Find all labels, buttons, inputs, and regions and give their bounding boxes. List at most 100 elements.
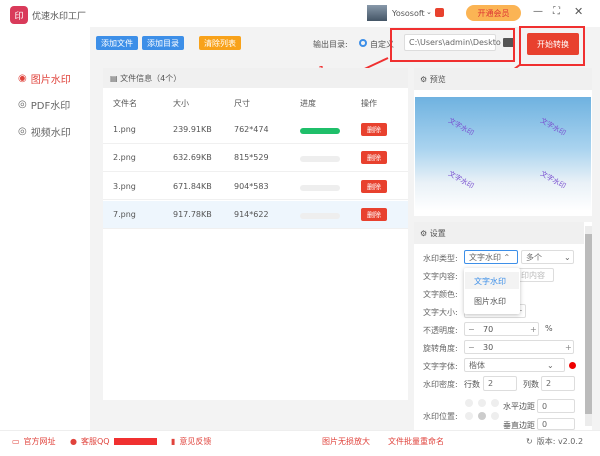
delete-button[interactable]: 删除 [361,123,387,136]
position-dot[interactable] [465,412,473,420]
file-dimension: 904*583 [234,182,269,191]
count-value: 多个 [526,252,542,262]
chevron-down-icon: ⌄ [547,360,554,370]
angle-minus-button[interactable]: − [468,343,475,352]
website-icon: ▭ [12,437,20,446]
progress-bar [300,185,340,191]
hmargin-stepper[interactable]: 0 [537,399,575,413]
delete-button[interactable]: 删除 [361,151,387,164]
cols-stepper[interactable]: 2 [541,376,575,391]
hmargin-label: 水平边距 [503,402,535,411]
file-name: 1.png [113,125,136,134]
position-dot[interactable] [478,399,486,407]
settings-title-text: 设置 [429,229,446,238]
file-name: 7.png [113,210,136,219]
file-size: 632.69KB [173,153,212,162]
progress-bar [300,156,340,162]
angle-plus-button[interactable]: + [565,343,572,352]
position-dot[interactable] [465,399,473,407]
file-size: 917.78KB [173,210,212,219]
column-header-action: 操作 [361,99,377,108]
preview-title-text: 预览 [429,75,446,84]
cols-label: 列数 [523,380,539,389]
column-header-progress: 进度 [300,99,316,108]
scrollbar[interactable] [585,226,592,426]
rows-label: 行数 [464,380,480,389]
angle-stepper[interactable] [464,340,574,354]
rename-link[interactable]: 文件批量重命名 [388,436,444,447]
vmargin-stepper[interactable]: 0 [537,418,575,430]
opacity-plus-button[interactable]: + [530,325,537,334]
type-value: 文字水印 [469,252,501,262]
angle-label: 旋转角度: [423,344,458,353]
size-label: 文字大小: [423,308,458,317]
font-label: 文字字体: [423,362,458,371]
rows-stepper[interactable]: 2 [483,376,517,391]
refresh-icon[interactable]: ↻ [526,437,533,446]
settings-title: ⚙ 设置 [420,228,446,239]
angle-value: 30 [483,343,494,352]
qq-link-text: 客服QQ [80,437,110,446]
gear-icon: ⚙ [420,229,428,238]
redacted-block [113,438,157,445]
column-header-name: 文件名 [113,99,137,108]
column-header-size: 大小 [173,99,189,108]
version-text: 版本: v2.0.2 [536,437,584,446]
website-link[interactable]: ▭ 官方网址 [12,436,56,447]
content-input[interactable]: 印内容 [516,268,554,282]
preview-title: ⚙ 预览 [420,74,446,85]
cols-value: 2 [546,379,552,388]
vmargin-label: 垂直边距 [503,421,535,430]
file-dimension: 762*474 [234,125,269,134]
position-dot-selected[interactable] [478,412,486,420]
chevron-up-icon: ⌃ [503,252,511,262]
count-select[interactable]: 多个 ⌄ [521,250,574,264]
preview-image [415,97,591,211]
feedback-link-text: 意见反馈 [179,437,212,446]
warning-icon[interactable] [569,362,576,369]
dropdown-option-text-watermark[interactable]: 文字水印 [465,272,519,289]
hmargin-value: 0 [542,401,548,411]
content-label: 文字内容: [423,272,458,281]
position-label: 水印位置: [423,412,458,421]
column-header-dimension: 尺寸 [234,99,250,108]
opacity-value: 70 [483,325,494,334]
delete-button[interactable]: 删除 [361,208,387,221]
position-dot[interactable] [491,399,499,407]
file-dimension: 815*529 [234,153,269,162]
position-dot[interactable] [491,412,499,420]
opacity-stepper[interactable] [464,322,539,336]
website-link-text: 官方网址 [23,437,56,446]
scrollbar-thumb[interactable] [585,234,592,414]
type-label: 水印类型: [423,254,458,263]
qq-link[interactable]: ● 客服QQ [70,436,157,447]
progress-bar [300,213,340,219]
file-dimension: 914*622 [234,210,269,219]
feedback-link[interactable]: ▮ 意见反馈 [171,436,211,447]
color-label: 文字颜色: [423,290,458,299]
vmargin-value: 0 [542,419,548,429]
enlarge-link[interactable]: 图片无损放大 [322,436,370,447]
file-size: 239.91KB [173,125,212,134]
file-size: 671.84KB [173,182,212,191]
chevron-down-icon: ⌄ [564,252,571,262]
file-name: 3.png [113,182,136,191]
delete-button[interactable]: 删除 [361,180,387,193]
font-select[interactable]: 楷体 ⌄ [464,358,565,372]
qq-icon: ● [70,437,77,446]
pdf-icon: ▮ [171,437,176,446]
version-info: ↻ 版本: v2.0.2 [526,436,583,447]
dropdown-option-image-watermark[interactable]: 图片水印 [465,292,519,309]
file-name: 2.png [113,153,136,162]
opacity-label: 不透明度: [423,326,458,335]
type-select[interactable]: 文字水印 ⌃ [464,250,518,264]
gear-icon: ⚙ [420,75,428,84]
progress-bar [300,128,340,134]
font-value: 楷体 [469,360,485,370]
percent-sign: % [545,324,553,333]
file-info-title: ▤ 文件信息（4个） [110,74,182,83]
opacity-minus-button[interactable]: − [468,325,475,334]
rows-value: 2 [488,379,494,388]
density-label: 水印密度: [423,380,458,389]
file-info-title-text: 文件信息（4个） [120,74,182,83]
